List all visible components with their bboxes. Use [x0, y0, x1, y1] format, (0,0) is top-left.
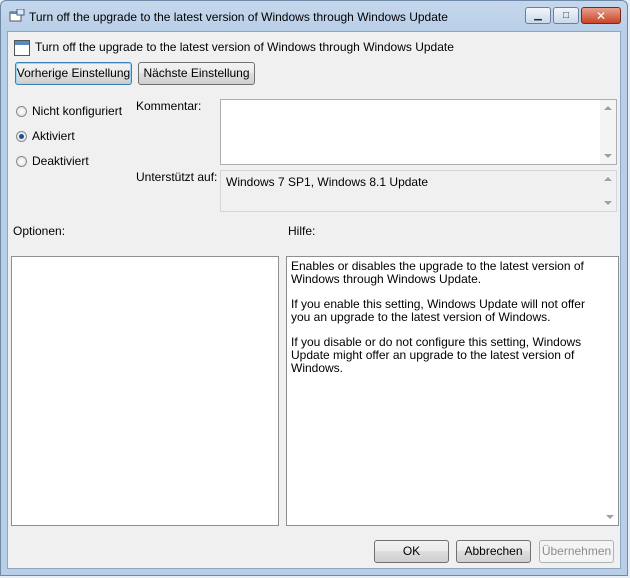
title-bar[interactable]: Turn off the upgrade to the latest versi…	[1, 1, 627, 31]
maximize-icon: □	[562, 10, 570, 21]
apply-button[interactable]: Übernehmen	[539, 540, 614, 563]
supported-on-value: Windows 7 SP1, Windows 8.1 Update	[226, 175, 429, 189]
next-setting-button[interactable]: Nächste Einstellung	[138, 62, 255, 85]
radio-enabled-label: Aktiviert	[32, 129, 75, 143]
radio-not-configured[interactable]: Nicht konfiguriert	[16, 104, 122, 118]
options-label: Optionen:	[13, 224, 66, 238]
close-button[interactable]: ✕	[581, 7, 621, 24]
radio-disabled-circle[interactable]	[16, 155, 27, 167]
policy-setting-icon	[9, 9, 25, 22]
close-icon: ✕	[595, 8, 607, 23]
next-setting-label: Nächste Einstellung	[143, 66, 250, 80]
scroll-up-icon[interactable]	[604, 177, 612, 181]
scroll-up-icon[interactable]	[604, 106, 612, 110]
dialog-window: Turn off the upgrade to the latest versi…	[0, 0, 628, 576]
minimize-icon: ▁	[534, 10, 542, 21]
scroll-down-icon[interactable]	[606, 515, 614, 519]
previous-setting-label: Vorherige Einstellung	[16, 66, 131, 80]
comment-scrollbar[interactable]	[600, 100, 616, 164]
help-text: Enables or disables the upgrade to the l…	[291, 260, 601, 387]
help-paragraph: If you enable this setting, Windows Upda…	[291, 297, 585, 324]
radio-disabled-label: Deaktiviert	[32, 154, 89, 168]
supported-on-label: Unterstützt auf:	[136, 170, 218, 184]
help-panel: Enables or disables the upgrade to the l…	[286, 256, 619, 526]
ok-button[interactable]: OK	[374, 540, 449, 563]
radio-enabled[interactable]: Aktiviert	[16, 129, 75, 143]
apply-label: Übernehmen	[541, 544, 612, 558]
scroll-down-icon[interactable]	[604, 201, 612, 205]
setting-icon	[14, 40, 30, 56]
options-panel	[11, 256, 279, 526]
help-paragraph: If you disable or do not configure this …	[291, 335, 582, 375]
help-label: Hilfe:	[288, 224, 316, 238]
minimize-button[interactable]: ▁	[525, 7, 551, 24]
cancel-label: Abbrechen	[464, 544, 523, 558]
dialog-client-area: Turn off the upgrade to the latest versi…	[7, 31, 621, 569]
radio-not-configured-circle[interactable]	[16, 105, 27, 117]
previous-setting-button[interactable]: Vorherige Einstellung	[15, 62, 132, 85]
supported-on-field: Windows 7 SP1, Windows 8.1 Update	[220, 170, 617, 212]
window-title: Turn off the upgrade to the latest versi…	[29, 10, 448, 24]
cancel-button[interactable]: Abbrechen	[456, 540, 531, 563]
setting-name: Turn off the upgrade to the latest versi…	[35, 40, 454, 54]
comment-textarea[interactable]	[220, 99, 617, 165]
scroll-down-icon[interactable]	[604, 154, 612, 158]
maximize-button[interactable]: □	[553, 7, 579, 24]
scroll-up-icon[interactable]	[606, 263, 614, 267]
help-paragraph: Enables or disables the upgrade to the l…	[291, 259, 584, 286]
comment-label: Kommentar:	[136, 99, 202, 113]
radio-not-configured-label: Nicht konfiguriert	[32, 104, 123, 118]
help-scrollbar[interactable]	[602, 257, 618, 525]
ok-label: OK	[402, 544, 421, 558]
supported-on-scrollbar[interactable]	[600, 171, 616, 211]
radio-enabled-circle[interactable]	[16, 130, 27, 142]
radio-disabled[interactable]: Deaktiviert	[16, 154, 89, 168]
caption-buttons: ▁ □ ✕	[525, 7, 621, 24]
